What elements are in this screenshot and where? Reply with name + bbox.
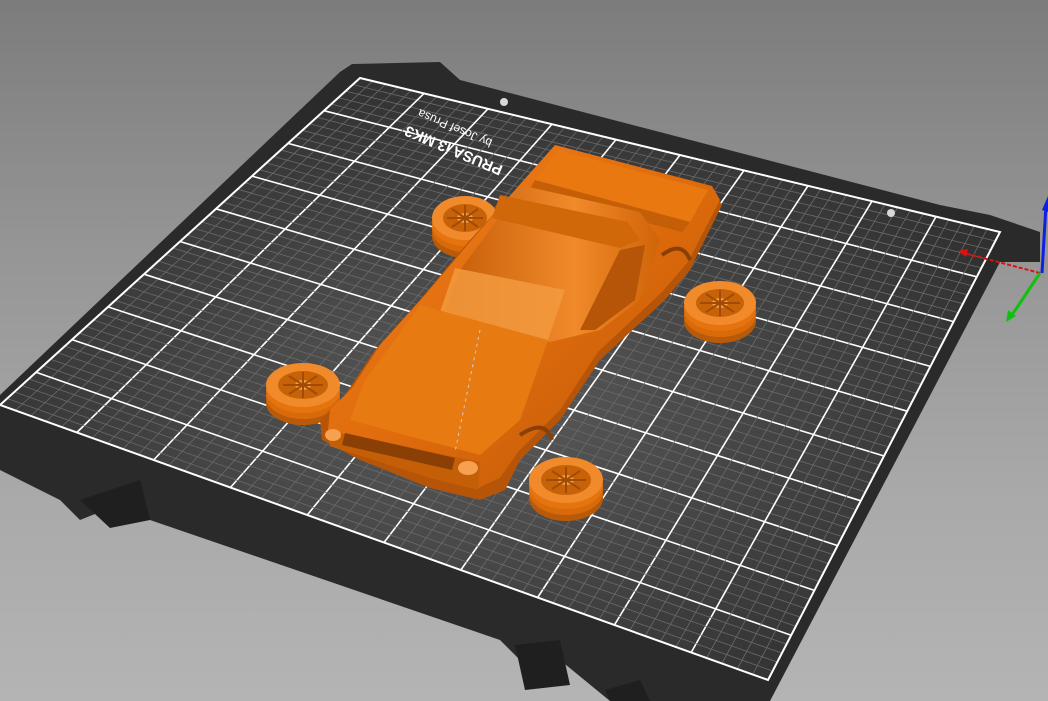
z-axis-arrow xyxy=(1040,204,1048,274)
3d-viewport[interactable]: PRUSA i3 MK3 by Josef Prusa xyxy=(0,0,1048,701)
y-axis-arrow xyxy=(1008,272,1042,319)
wheel-4[interactable] xyxy=(529,457,603,521)
bed-hole xyxy=(887,209,895,217)
wheel-2[interactable] xyxy=(684,281,756,343)
bed-hole xyxy=(500,98,508,106)
scene-canvas[interactable]: PRUSA i3 MK3 by Josef Prusa xyxy=(0,0,1048,701)
